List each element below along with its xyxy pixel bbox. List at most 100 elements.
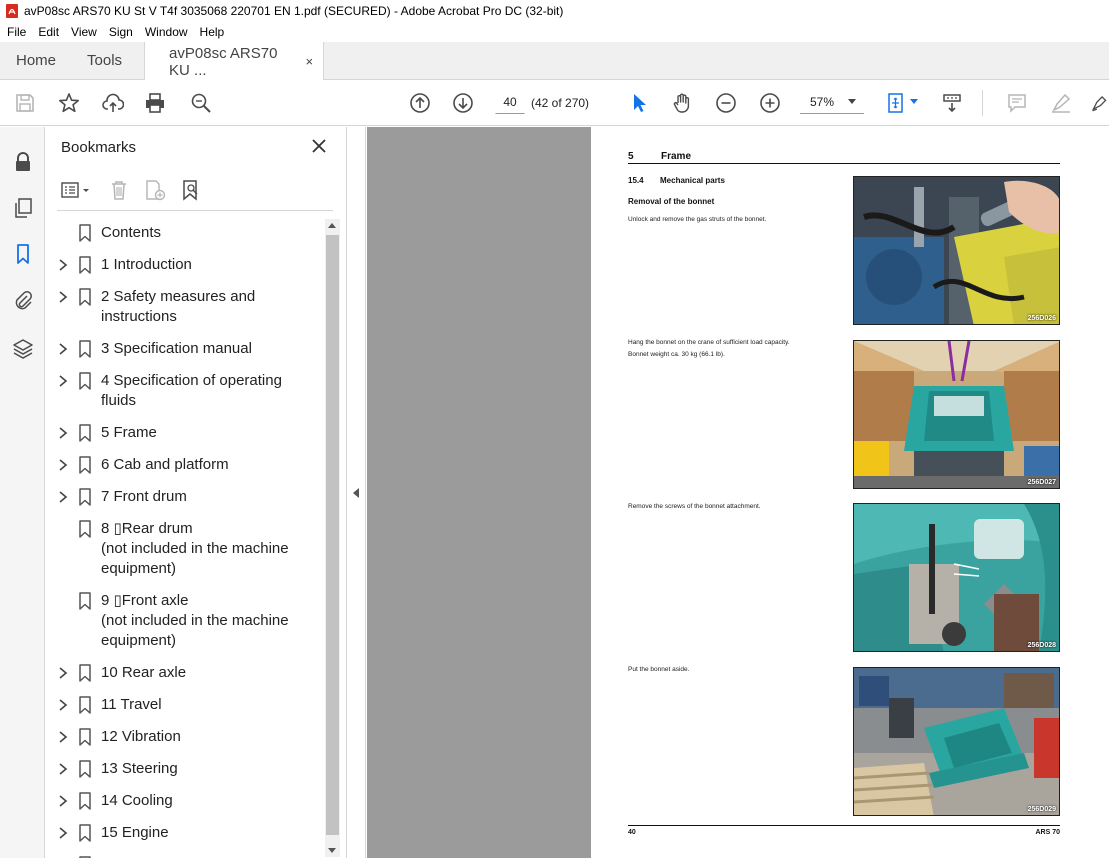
navigation-rail (0, 127, 45, 858)
chevron-right-icon[interactable] (58, 826, 68, 840)
photo-gas-strut-image (854, 177, 1059, 324)
menu-sign[interactable]: Sign (103, 25, 139, 39)
bookmark-item[interactable]: 14 Cooling (45, 791, 325, 811)
bookmark-label: 10 Rear axle (101, 664, 187, 681)
zoom-in-icon[interactable] (757, 90, 783, 116)
tab-document[interactable]: avP08sc ARS70 KU ... × (144, 42, 325, 81)
fit-page-chevron-icon[interactable] (910, 99, 918, 104)
scrollbar-thumb[interactable] (326, 235, 339, 835)
bookmark-options-icon[interactable] (59, 177, 95, 203)
bookmarks-panel: Bookmarks Contents 1 Introduction 2 Safety… (45, 127, 347, 858)
bookmark-item[interactable]: 7 Front drum (45, 487, 325, 507)
lock-icon[interactable] (10, 149, 36, 175)
bookmark-item[interactable]: 13 Steering (45, 759, 325, 779)
menu-window[interactable]: Window (139, 25, 194, 39)
bookmark-item[interactable]: 11 Travel (45, 695, 325, 715)
bookmark-item[interactable]: 5 Frame (45, 423, 325, 443)
section-title: Mechanical parts (660, 176, 725, 185)
bookmark-icon (79, 224, 91, 242)
bookmark-item[interactable]: 8 ▯Rear drum (not included in the machin… (45, 519, 325, 579)
bookmark-icon (79, 288, 91, 306)
bookmark-item[interactable]: 4 Specification of operating fluids (45, 371, 325, 411)
chevron-right-icon[interactable] (58, 666, 68, 680)
photo-bonnet-crane-image (854, 341, 1059, 488)
fit-page-icon[interactable] (883, 90, 909, 116)
chevron-right-icon[interactable] (58, 762, 68, 776)
highlight-pen-icon[interactable] (1048, 90, 1074, 116)
hand-tool-icon[interactable] (669, 90, 695, 116)
find-bookmark-icon[interactable] (177, 177, 205, 203)
bookmark-item[interactable]: 10 Rear axle (45, 663, 325, 683)
menu-file[interactable]: File (0, 25, 32, 39)
chevron-right-icon[interactable] (58, 794, 68, 808)
panel-splitter[interactable] (347, 127, 366, 858)
bookmark-icon (79, 520, 91, 538)
chevron-right-icon[interactable] (58, 698, 68, 712)
previous-page-icon[interactable] (407, 90, 433, 116)
print-icon[interactable] (142, 90, 168, 116)
bookmark-icon (79, 340, 91, 358)
new-bookmark-icon[interactable] (141, 177, 169, 203)
chevron-right-icon[interactable] (58, 426, 68, 440)
scroll-mode-icon[interactable] (939, 90, 965, 116)
bookmark-item[interactable]: 1 Introduction (45, 255, 325, 275)
next-page-icon[interactable] (450, 90, 476, 116)
toolbar-separator (982, 90, 983, 116)
page-thumbnails-icon[interactable] (10, 195, 36, 221)
comment-icon[interactable] (1004, 90, 1030, 116)
menu-view[interactable]: View (65, 25, 103, 39)
bookmark-item[interactable]: 6 Cab and platform (45, 455, 325, 475)
bookmark-icon (79, 424, 91, 442)
bookmark-item[interactable]: Contents (45, 223, 325, 243)
chevron-right-icon[interactable] (58, 290, 68, 304)
bookmark-icon (79, 792, 91, 810)
menu-edit[interactable]: Edit (32, 25, 65, 39)
photo-bonnet-aside-image (854, 668, 1059, 815)
chevron-right-icon[interactable] (58, 730, 68, 744)
bookmarks-icon[interactable] (10, 241, 36, 267)
chevron-right-icon[interactable] (58, 458, 68, 472)
bookmark-item[interactable]: 3 Specification manual (45, 339, 325, 359)
bookmark-item[interactable]: 2 Safety measures and instructions (45, 287, 325, 327)
zoom-out-icon[interactable] (713, 90, 739, 116)
tab-tools[interactable]: Tools (72, 42, 144, 79)
bookmark-item[interactable]: 9 ▯Front axle (not included in the machi… (45, 591, 325, 651)
tab-close-icon[interactable]: × (305, 54, 313, 69)
scroll-down-arrow-icon[interactable] (328, 848, 336, 853)
collapse-panel-arrow-icon[interactable] (353, 488, 359, 498)
chevron-right-icon[interactable] (58, 342, 68, 356)
bookmark-label: 5 Frame (101, 424, 157, 441)
photo-gas-strut: 256D026 (853, 176, 1060, 325)
zoom-search-icon[interactable] (188, 90, 214, 116)
tab-home[interactable]: Home (0, 42, 72, 79)
close-panel-icon[interactable] (309, 136, 329, 156)
chevron-right-icon[interactable] (58, 374, 68, 388)
star-icon[interactable] (56, 90, 82, 116)
bookmark-item[interactable]: 12 Vibration (45, 727, 325, 747)
upload-cloud-icon[interactable] (100, 90, 126, 116)
bookmark-label: 3 Specification manual (101, 340, 252, 357)
bookmark-label: 14 Cooling (101, 792, 173, 809)
tab-document-label: avP08sc ARS70 KU ... (169, 44, 278, 79)
bookmark-icon (79, 824, 91, 842)
bookmark-label: 2 Safety measures and instructions (101, 288, 256, 325)
select-cursor-icon[interactable] (626, 90, 652, 116)
zoom-dropdown-chevron-icon[interactable] (848, 99, 856, 104)
page-number-input[interactable]: 40 (495, 90, 525, 114)
bookmark-label: Contents (101, 224, 162, 241)
document-view[interactable]: 5 Frame 15.4 Mechanical parts Removal of… (367, 127, 1109, 858)
layers-icon[interactable] (10, 335, 36, 361)
bookmark-item[interactable]: 15 Engine (45, 823, 325, 843)
bookmark-icon (79, 696, 91, 714)
tab-bar: Home Tools avP08sc ARS70 KU ... × (0, 42, 1109, 81)
chevron-right-icon[interactable] (58, 490, 68, 504)
attachments-paperclip-icon[interactable] (10, 287, 36, 313)
draw-tool-icon[interactable] (1090, 90, 1109, 116)
photo-code: 256D026 (1027, 315, 1056, 322)
chevron-right-icon[interactable] (58, 258, 68, 272)
menu-help[interactable]: Help (194, 25, 231, 39)
bookmarks-scrollbar[interactable] (325, 219, 340, 857)
save-icon[interactable] (12, 90, 38, 116)
scroll-up-arrow-icon[interactable] (328, 223, 336, 228)
delete-bookmark-icon[interactable] (105, 177, 133, 203)
